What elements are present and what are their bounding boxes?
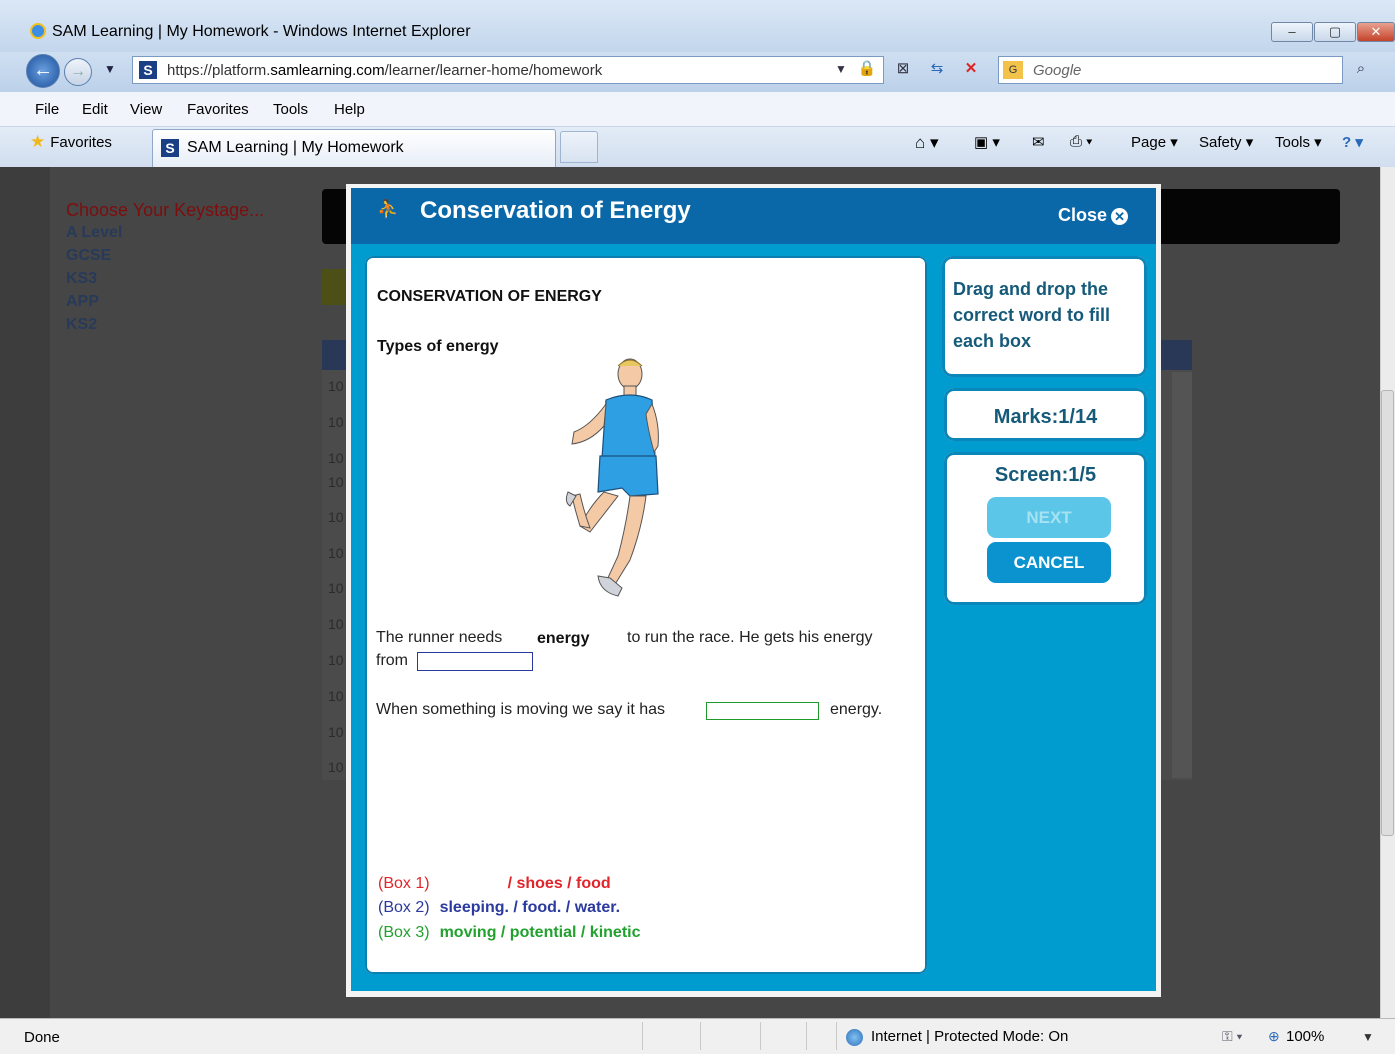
keystage-a-level: A Level xyxy=(66,224,123,241)
menu-edit[interactable]: Edit xyxy=(82,101,108,118)
box-1-options: (Box 1) / shoes / food xyxy=(378,875,611,892)
status-divider xyxy=(760,1022,761,1050)
question-1-text-b: to run the race. He gets his energy xyxy=(627,629,873,646)
home-icon[interactable]: ⌂ ▾ xyxy=(915,133,939,153)
menu-tools[interactable]: Tools xyxy=(273,101,308,118)
box-2-options: (Box 2) sleeping. / food. / water. xyxy=(378,899,621,916)
address-bar[interactable]: S https://platform.samlearning.com/learn… xyxy=(132,56,884,84)
search-icon[interactable]: ⌕ xyxy=(1350,58,1372,80)
protected-mode-icon[interactable]: ⚿ ▾ xyxy=(1222,1028,1242,1045)
table-row-number: 10 xyxy=(328,509,344,525)
table-row-number: 10 xyxy=(328,545,344,561)
question-2-text-a: When something is moving we say it has xyxy=(376,701,666,718)
google-icon: G xyxy=(1003,61,1023,79)
cancel-button[interactable]: CANCEL xyxy=(987,542,1111,583)
table-row-number: 10 xyxy=(328,652,344,668)
back-button[interactable]: ← xyxy=(26,54,60,88)
page-scrollbar-thumb[interactable] xyxy=(1381,390,1394,836)
dropped-word-energy[interactable]: energy xyxy=(537,630,589,648)
zoom-dropdown-icon[interactable]: ▼ xyxy=(1362,1030,1374,1044)
security-zone[interactable]: Internet | Protected Mode: On xyxy=(871,1028,1068,1045)
page-menu[interactable]: Page ▾ xyxy=(1131,133,1178,151)
maximize-button[interactable]: ▢ xyxy=(1314,22,1356,42)
modal-title: Conservation of Energy xyxy=(420,197,691,224)
status-divider xyxy=(642,1022,643,1050)
zoom-level[interactable]: 100% xyxy=(1286,1028,1324,1045)
question-heading: CONSERVATION OF ENERGY xyxy=(377,288,602,305)
search-input[interactable]: G Google xyxy=(998,56,1343,84)
ie-logo-icon xyxy=(30,23,46,39)
table-row-number: 10 xyxy=(328,378,344,394)
tab-my-homework[interactable]: S SAM Learning | My Homework xyxy=(152,129,556,167)
site-favicon-icon: S xyxy=(139,61,157,79)
minimize-button[interactable]: – xyxy=(1271,22,1313,42)
tab-favicon-icon: S xyxy=(161,139,179,157)
address-url: https://platform.samlearning.com/learner… xyxy=(167,62,603,79)
table-row-number: 10 xyxy=(328,580,344,596)
mail-icon[interactable]: ✉ xyxy=(1032,133,1045,151)
print-icon[interactable]: ⎙ ▾ xyxy=(1070,133,1092,150)
globe-icon xyxy=(846,1029,863,1046)
new-tab-button[interactable] xyxy=(560,131,598,163)
table-row-number: 10 xyxy=(328,414,344,430)
close-icon: ✕ xyxy=(1111,208,1129,225)
screen-counter: Screen:1/5 xyxy=(994,464,1097,486)
next-button[interactable]: NEXT xyxy=(987,497,1111,538)
modal-close-button[interactable]: Close ✕ xyxy=(1058,205,1129,226)
lock-icon[interactable]: 🔒 xyxy=(856,58,878,80)
status-divider xyxy=(836,1022,837,1050)
table-row-number: 10 xyxy=(328,616,344,632)
status-divider xyxy=(700,1022,701,1050)
refresh-icon[interactable]: ⇆ xyxy=(926,58,948,80)
forward-button[interactable]: → xyxy=(64,58,92,86)
menu-view[interactable]: View xyxy=(130,101,162,118)
box-3-options: (Box 3) moving / potential / kinetic xyxy=(378,924,641,941)
safety-menu[interactable]: Safety ▾ xyxy=(1199,133,1253,151)
page-left-strip xyxy=(0,167,50,1018)
keystage-ks2: KS2 xyxy=(66,316,98,333)
history-dropdown-icon[interactable]: ▼ xyxy=(104,62,116,76)
status-divider xyxy=(806,1022,807,1050)
question-1-text-c: from xyxy=(376,652,408,669)
menu-help[interactable]: Help xyxy=(334,101,365,118)
drop-box-3[interactable] xyxy=(706,702,819,720)
star-icon: ★ xyxy=(30,132,46,151)
marks-text: Marks:1/14 xyxy=(993,406,1098,428)
status-bar xyxy=(0,1018,1395,1054)
table-scrollbar xyxy=(1172,372,1192,778)
keystage-heading: Choose Your Keystage... xyxy=(66,200,265,220)
activity-icon: ⛹ xyxy=(377,199,400,219)
runner-illustration xyxy=(565,358,659,597)
question-2-text-b: energy. xyxy=(830,701,883,718)
feeds-icon[interactable]: ▣ ▾ xyxy=(974,133,1000,151)
question-1-text-a: The runner needs xyxy=(376,629,503,646)
stop-icon[interactable]: ✕ xyxy=(960,58,982,80)
favorites-button[interactable]: ★ Favorites xyxy=(30,132,112,152)
zoom-icon: ⊕ xyxy=(1268,1028,1280,1044)
search-placeholder: Google xyxy=(1033,62,1082,79)
table-row-number: 10 xyxy=(328,759,344,775)
instruction-text: Drag and drop the correct word to fill e… xyxy=(953,279,1111,351)
table-row-number: 10 xyxy=(328,474,344,490)
table-row-number: 10 xyxy=(328,724,344,740)
tab-title: SAM Learning | My Homework xyxy=(187,139,404,156)
menu-file[interactable]: File xyxy=(35,101,59,118)
keystage-gcse: GCSE xyxy=(66,247,112,264)
keystage-app: APP xyxy=(66,293,99,310)
keystage-ks3: KS3 xyxy=(66,270,98,287)
window-title: SAM Learning | My Homework - Windows Int… xyxy=(52,23,471,40)
tools-menu[interactable]: Tools ▾ xyxy=(1275,133,1322,151)
table-row-number: 10 xyxy=(328,450,344,466)
help-icon[interactable]: ? ▾ xyxy=(1342,133,1363,151)
table-row-number: 10 xyxy=(328,688,344,704)
menu-favorites[interactable]: Favorites xyxy=(187,101,249,118)
status-text: Done xyxy=(24,1029,60,1046)
address-dropdown-icon[interactable]: ▼ xyxy=(830,58,852,80)
close-window-button[interactable]: ✕ xyxy=(1357,22,1395,42)
question-subheading: Types of energy xyxy=(377,338,499,355)
rss-feed-icon[interactable]: ⊠ xyxy=(892,58,914,80)
drop-box-2[interactable] xyxy=(417,652,533,671)
